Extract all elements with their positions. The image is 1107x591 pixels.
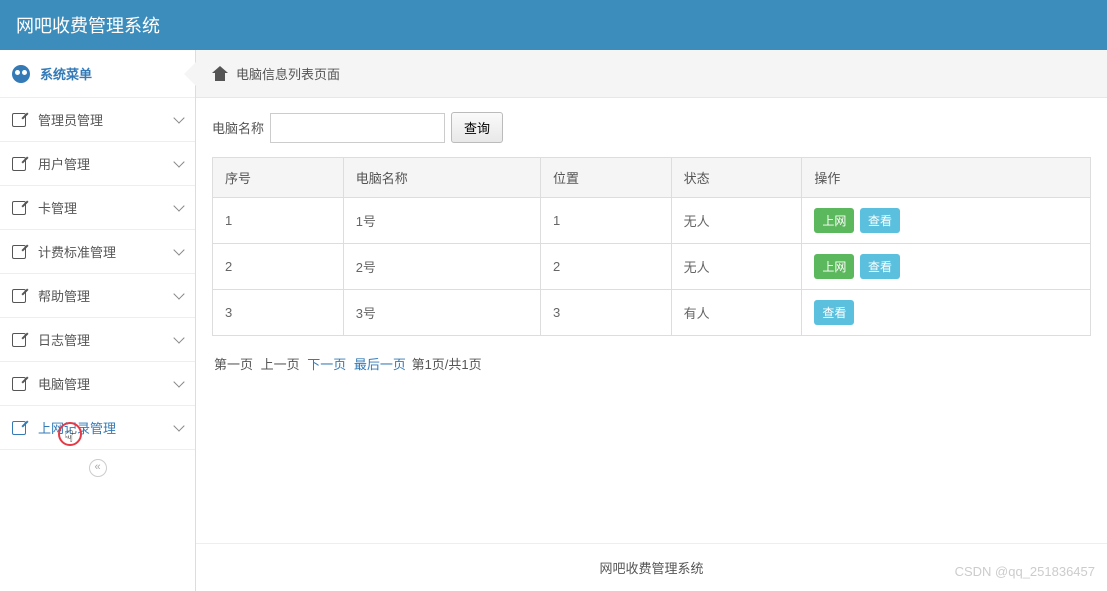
- th-status: 状态: [671, 158, 802, 198]
- home-icon: [212, 67, 228, 81]
- cell-status: 无人: [671, 198, 802, 244]
- page-next[interactable]: 下一页: [307, 357, 346, 372]
- sidebar-item-log[interactable]: 日志管理: [0, 317, 195, 361]
- view-button[interactable]: 查看: [814, 300, 854, 325]
- th-id: 序号: [213, 158, 344, 198]
- table-row: 2 2号 2 无人 上网 查看: [213, 244, 1091, 290]
- sidebar-item-help[interactable]: 帮助管理: [0, 273, 195, 317]
- edit-icon: [12, 245, 26, 259]
- search-button[interactable]: 查询: [451, 112, 503, 143]
- dashboard-icon: [12, 65, 30, 83]
- menu-header: 系统菜单: [0, 50, 195, 97]
- edit-icon: [12, 113, 26, 127]
- sidebar-item-admin[interactable]: 管理员管理: [0, 97, 195, 141]
- page-info: 第1页/共1页: [412, 357, 482, 372]
- chevron-down-icon: [173, 420, 184, 431]
- cell-actions: 上网 查看: [802, 198, 1091, 244]
- menu-header-arrow-icon: [184, 62, 196, 86]
- th-action: 操作: [802, 158, 1091, 198]
- th-name: 电脑名称: [343, 158, 540, 198]
- edit-icon: [12, 157, 26, 171]
- sidebar-item-user[interactable]: 用户管理: [0, 141, 195, 185]
- watermark: CSDN @qq_251836457: [955, 564, 1095, 579]
- app-header: 网吧收费管理系统: [0, 0, 1107, 50]
- sidebar: 系统菜单 管理员管理 用户管理 卡管理 计费标准管理 帮助管理: [0, 50, 196, 591]
- page-first: 第一页: [214, 357, 253, 372]
- sidebar-item-label: 管理员管理: [38, 110, 103, 129]
- chevron-down-icon: [173, 288, 184, 299]
- chevron-down-icon: [173, 244, 184, 255]
- view-button[interactable]: 查看: [860, 254, 900, 279]
- collapse-icon: «: [89, 459, 107, 477]
- page-prev: 上一页: [261, 357, 300, 372]
- menu-header-label: 系统菜单: [40, 64, 92, 83]
- sidebar-item-label: 电脑管理: [38, 374, 90, 393]
- cell-name: 3号: [343, 290, 540, 336]
- sidebar-collapse[interactable]: «: [0, 449, 195, 485]
- cell-pos: 2: [540, 244, 671, 290]
- sidebar-item-label: 计费标准管理: [38, 242, 116, 261]
- table-row: 1 1号 1 无人 上网 查看: [213, 198, 1091, 244]
- edit-icon: [12, 289, 26, 303]
- chevron-down-icon: [173, 112, 184, 123]
- th-position: 位置: [540, 158, 671, 198]
- cell-status: 有人: [671, 290, 802, 336]
- search-label: 电脑名称: [212, 118, 264, 137]
- cell-id: 2: [213, 244, 344, 290]
- sidebar-item-label: 日志管理: [38, 330, 90, 349]
- cell-id: 3: [213, 290, 344, 336]
- table-row: 3 3号 3 有人 查看: [213, 290, 1091, 336]
- edit-icon: [12, 333, 26, 347]
- chevron-down-icon: [173, 156, 184, 167]
- cell-pos: 3: [540, 290, 671, 336]
- edit-icon: [12, 421, 26, 435]
- sidebar-item-card[interactable]: 卡管理: [0, 185, 195, 229]
- page-last[interactable]: 最后一页: [354, 357, 406, 372]
- breadcrumb: 电脑信息列表页面: [196, 50, 1107, 98]
- edit-icon: [12, 201, 26, 215]
- cell-id: 1: [213, 198, 344, 244]
- search-input[interactable]: [270, 113, 445, 143]
- cell-actions: 上网 查看: [802, 244, 1091, 290]
- sidebar-item-label: 用户管理: [38, 154, 90, 173]
- cell-pos: 1: [540, 198, 671, 244]
- breadcrumb-title: 电脑信息列表页面: [236, 64, 340, 83]
- search-row: 电脑名称 查询: [212, 112, 1091, 143]
- sidebar-item-online-record[interactable]: 上网记录管理: [0, 405, 195, 449]
- sidebar-item-billing[interactable]: 计费标准管理: [0, 229, 195, 273]
- sidebar-item-label: 卡管理: [38, 198, 77, 217]
- sidebar-item-label: 上网记录管理: [38, 418, 116, 437]
- sidebar-item-label: 帮助管理: [38, 286, 90, 305]
- online-button[interactable]: 上网: [814, 208, 854, 233]
- chevron-down-icon: [173, 200, 184, 211]
- sidebar-item-computer[interactable]: 电脑管理: [0, 361, 195, 405]
- view-button[interactable]: 查看: [860, 208, 900, 233]
- chevron-down-icon: [173, 332, 184, 343]
- chevron-down-icon: [173, 376, 184, 387]
- pagination: 第一页 上一页 下一页 最后一页 第1页/共1页: [212, 354, 1091, 373]
- footer-text: 网吧收费管理系统: [599, 561, 703, 576]
- cell-status: 无人: [671, 244, 802, 290]
- cell-actions: 查看: [802, 290, 1091, 336]
- cell-name: 2号: [343, 244, 540, 290]
- computer-table: 序号 电脑名称 位置 状态 操作 1 1号 1 无人 上网: [212, 157, 1091, 336]
- edit-icon: [12, 377, 26, 391]
- app-title: 网吧收费管理系统: [16, 16, 160, 36]
- online-button[interactable]: 上网: [814, 254, 854, 279]
- cell-name: 1号: [343, 198, 540, 244]
